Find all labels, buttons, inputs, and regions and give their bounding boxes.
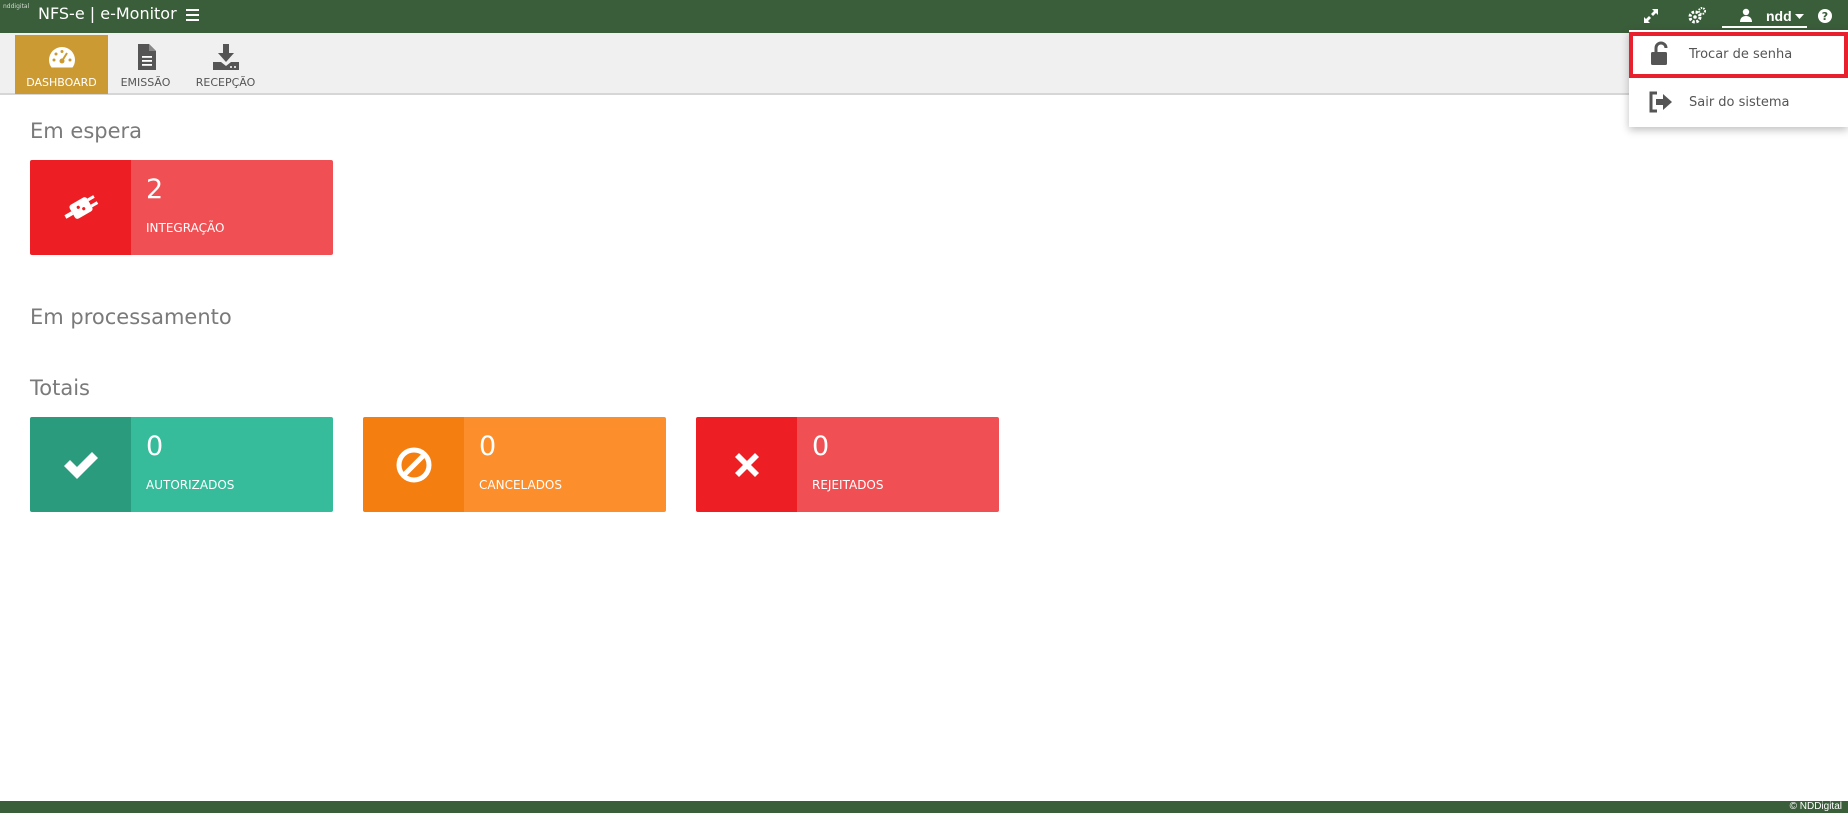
section-title-processing: Em processamento <box>30 305 232 329</box>
module-dashboard-label: DASHBOARD <box>26 76 97 89</box>
sign-out-icon <box>1649 91 1672 113</box>
top-bar: nddigital NFS-e | e-Monitor ndd ? <box>0 0 1848 33</box>
unlock-icon <box>1651 41 1668 65</box>
help-icon[interactable]: ? <box>1815 6 1835 26</box>
hamburger-menu-icon[interactable] <box>184 6 202 24</box>
card-autorizados[interactable]: 0 AUTORIZADOS <box>30 417 333 512</box>
card-count: 2 <box>146 174 164 205</box>
dashboard-gauge-icon <box>48 47 75 68</box>
user-dropdown-menu: Trocar de senha Sair do sistema <box>1629 30 1848 127</box>
footer-copyright: © NDDigital <box>1789 801 1842 812</box>
document-icon <box>137 44 156 70</box>
card-body: 0 CANCELADOS <box>464 417 666 512</box>
caret-down-icon <box>1795 14 1804 19</box>
card-count: 0 <box>812 431 830 462</box>
menu-item-change-password-label: Trocar de senha <box>1689 47 1793 62</box>
card-cancelados[interactable]: 0 CANCELADOS <box>363 417 666 512</box>
card-count: 0 <box>146 431 164 462</box>
module-recepcao-label: RECEPÇÃO <box>195 76 256 89</box>
module-toolbar: DASHBOARD EMISSÃO RECEPÇÃO <box>0 33 1848 95</box>
card-body: 0 REJEITADOS <box>797 417 999 512</box>
ban-icon <box>396 447 431 482</box>
card-body: 0 AUTORIZADOS <box>131 417 333 512</box>
module-recepcao[interactable]: RECEPÇÃO <box>179 35 272 94</box>
card-label: REJEITADOS <box>812 478 884 492</box>
settings-gears-icon[interactable] <box>1687 6 1707 26</box>
card-label: AUTORIZADOS <box>146 478 235 492</box>
card-label: CANCELADOS <box>479 478 562 492</box>
section-title-waiting: Em espera <box>30 119 143 143</box>
module-dashboard[interactable]: DASHBOARD <box>15 35 108 94</box>
card-integracao[interactable]: 2 INTEGRAÇÃO <box>30 160 333 255</box>
menu-item-logout[interactable]: Sair do sistema <box>1629 80 1848 126</box>
check-icon <box>63 451 98 479</box>
card-icon-area <box>363 417 464 512</box>
user-menu-toggle[interactable]: ndd <box>1722 0 1807 28</box>
svg-text:?: ? <box>1822 10 1828 23</box>
app-title: NFS-e | e-Monitor <box>38 4 177 23</box>
company-logo: nddigital <box>3 3 30 10</box>
card-rejeitados[interactable]: 0 REJEITADOS <box>696 417 999 512</box>
times-icon <box>734 452 759 477</box>
download-icon <box>212 44 239 70</box>
card-count: 0 <box>479 431 497 462</box>
card-icon-area <box>696 417 797 512</box>
card-body: 2 INTEGRAÇÃO <box>131 160 333 255</box>
fullscreen-icon[interactable] <box>1641 6 1661 26</box>
user-name: ndd <box>1766 8 1792 24</box>
user-icon <box>1740 8 1752 22</box>
plug-icon <box>63 194 98 219</box>
menu-item-change-password[interactable]: Trocar de senha <box>1629 32 1848 78</box>
section-title-totals: Totais <box>30 376 90 400</box>
menu-item-logout-label: Sair do sistema <box>1689 95 1790 110</box>
footer-bar: © NDDigital <box>0 801 1848 813</box>
card-icon-area <box>30 417 131 512</box>
card-label: INTEGRAÇÃO <box>146 221 225 235</box>
card-icon-area <box>30 160 131 255</box>
